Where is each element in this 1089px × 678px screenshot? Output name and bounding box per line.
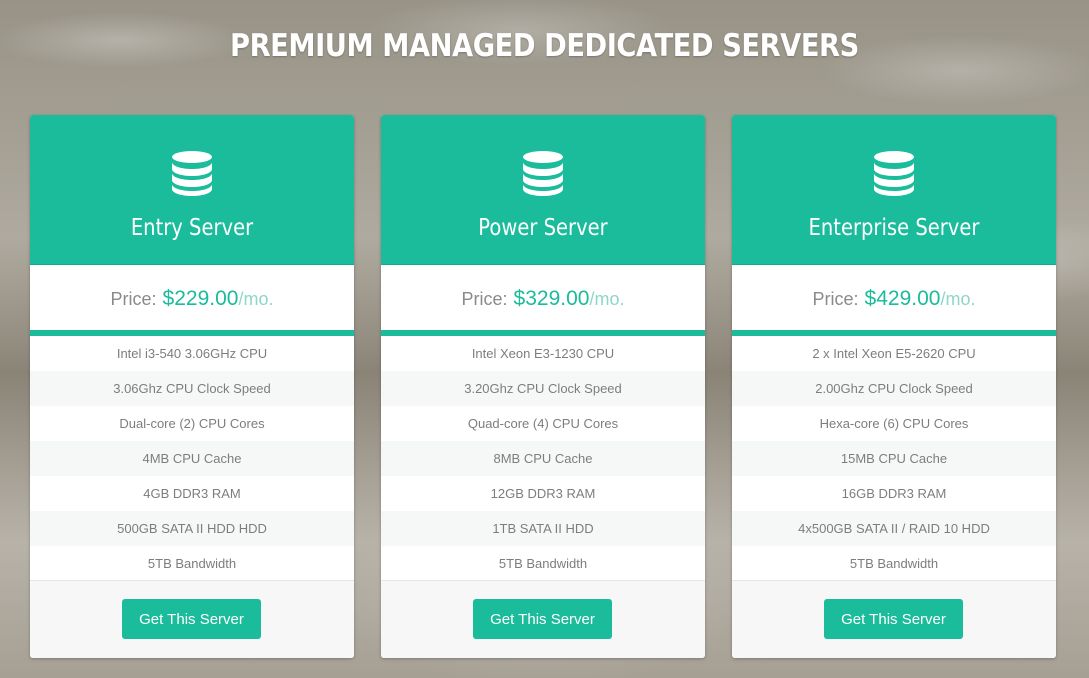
price-box: Price: $229.00/mo. <box>30 265 354 336</box>
plan-card-enterprise: Enterprise Server Price: $429.00/mo. 2 x … <box>732 115 1056 658</box>
feature-item: 4x500GB SATA II / RAID 10 HDD <box>732 511 1056 546</box>
feature-list: 2 x Intel Xeon E5-2620 CPU 2.00Ghz CPU C… <box>732 336 1056 581</box>
feature-item: 16GB DDR3 RAM <box>732 476 1056 511</box>
feature-item: Quad-core (4) CPU Cores <box>381 406 705 441</box>
feature-item: 5TB Bandwidth <box>381 546 705 581</box>
price-amount: $329.00 <box>513 287 590 310</box>
price-amount: $229.00 <box>162 287 239 310</box>
get-server-button[interactable]: Get This Server <box>824 599 963 639</box>
feature-item: 4MB CPU Cache <box>30 441 354 476</box>
feature-item: 5TB Bandwidth <box>732 546 1056 581</box>
plan-footer: Get This Server <box>30 580 354 658</box>
price-label: Price: <box>110 289 157 309</box>
get-server-button[interactable]: Get This Server <box>122 599 261 639</box>
plan-name: Power Server <box>478 215 608 241</box>
feature-list: Intel i3-540 3.06GHz CPU 3.06Ghz CPU Clo… <box>30 336 354 581</box>
database-icon <box>874 151 914 196</box>
price-period: /mo. <box>589 289 625 309</box>
feature-item: 2.00Ghz CPU Clock Speed <box>732 371 1056 406</box>
feature-item: 500GB SATA II HDD HDD <box>30 511 354 546</box>
page-title: PREMIUM MANAGED DEDICATED SERVERS <box>230 28 859 64</box>
feature-item: 8MB CPU Cache <box>381 441 705 476</box>
price-period: /mo. <box>940 289 976 309</box>
feature-item: 1TB SATA II HDD <box>381 511 705 546</box>
feature-item: 4GB DDR3 RAM <box>30 476 354 511</box>
get-server-button[interactable]: Get This Server <box>473 599 612 639</box>
feature-item: 3.06Ghz CPU Clock Speed <box>30 371 354 406</box>
feature-item: Intel i3-540 3.06GHz CPU <box>30 336 354 371</box>
feature-item: 3.20Ghz CPU Clock Speed <box>381 371 705 406</box>
plan-name: Enterprise Server <box>808 215 980 241</box>
feature-item: 15MB CPU Cache <box>732 441 1056 476</box>
feature-item: Hexa-core (6) CPU Cores <box>732 406 1056 441</box>
feature-item: Dual-core (2) CPU Cores <box>30 406 354 441</box>
price-label: Price: <box>461 289 508 309</box>
database-icon <box>172 151 212 196</box>
price-box: Price: $429.00/mo. <box>732 265 1056 336</box>
plan-header: Power Server <box>381 115 705 265</box>
plan-footer: Get This Server <box>732 580 1056 658</box>
plan-footer: Get This Server <box>381 580 705 658</box>
feature-item: 5TB Bandwidth <box>30 546 354 581</box>
plan-header: Enterprise Server <box>732 115 1056 265</box>
price-box: Price: $329.00/mo. <box>381 265 705 336</box>
plan-header: Entry Server <box>30 115 354 265</box>
plan-card-power: Power Server Price: $329.00/mo. Intel Xeo… <box>381 115 705 658</box>
plan-card-entry: Entry Server Price: $229.00/mo. Intel i3-… <box>30 115 354 658</box>
feature-item: 12GB DDR3 RAM <box>381 476 705 511</box>
feature-item: Intel Xeon E3-1230 CPU <box>381 336 705 371</box>
price-amount: $429.00 <box>864 287 941 310</box>
price-label: Price: <box>812 289 859 309</box>
plan-name: Entry Server <box>130 215 254 241</box>
price-period: /mo. <box>238 289 274 309</box>
database-icon <box>523 151 563 196</box>
feature-list: Intel Xeon E3-1230 CPU 3.20Ghz CPU Clock… <box>381 336 705 581</box>
feature-item: 2 x Intel Xeon E5-2620 CPU <box>732 336 1056 371</box>
